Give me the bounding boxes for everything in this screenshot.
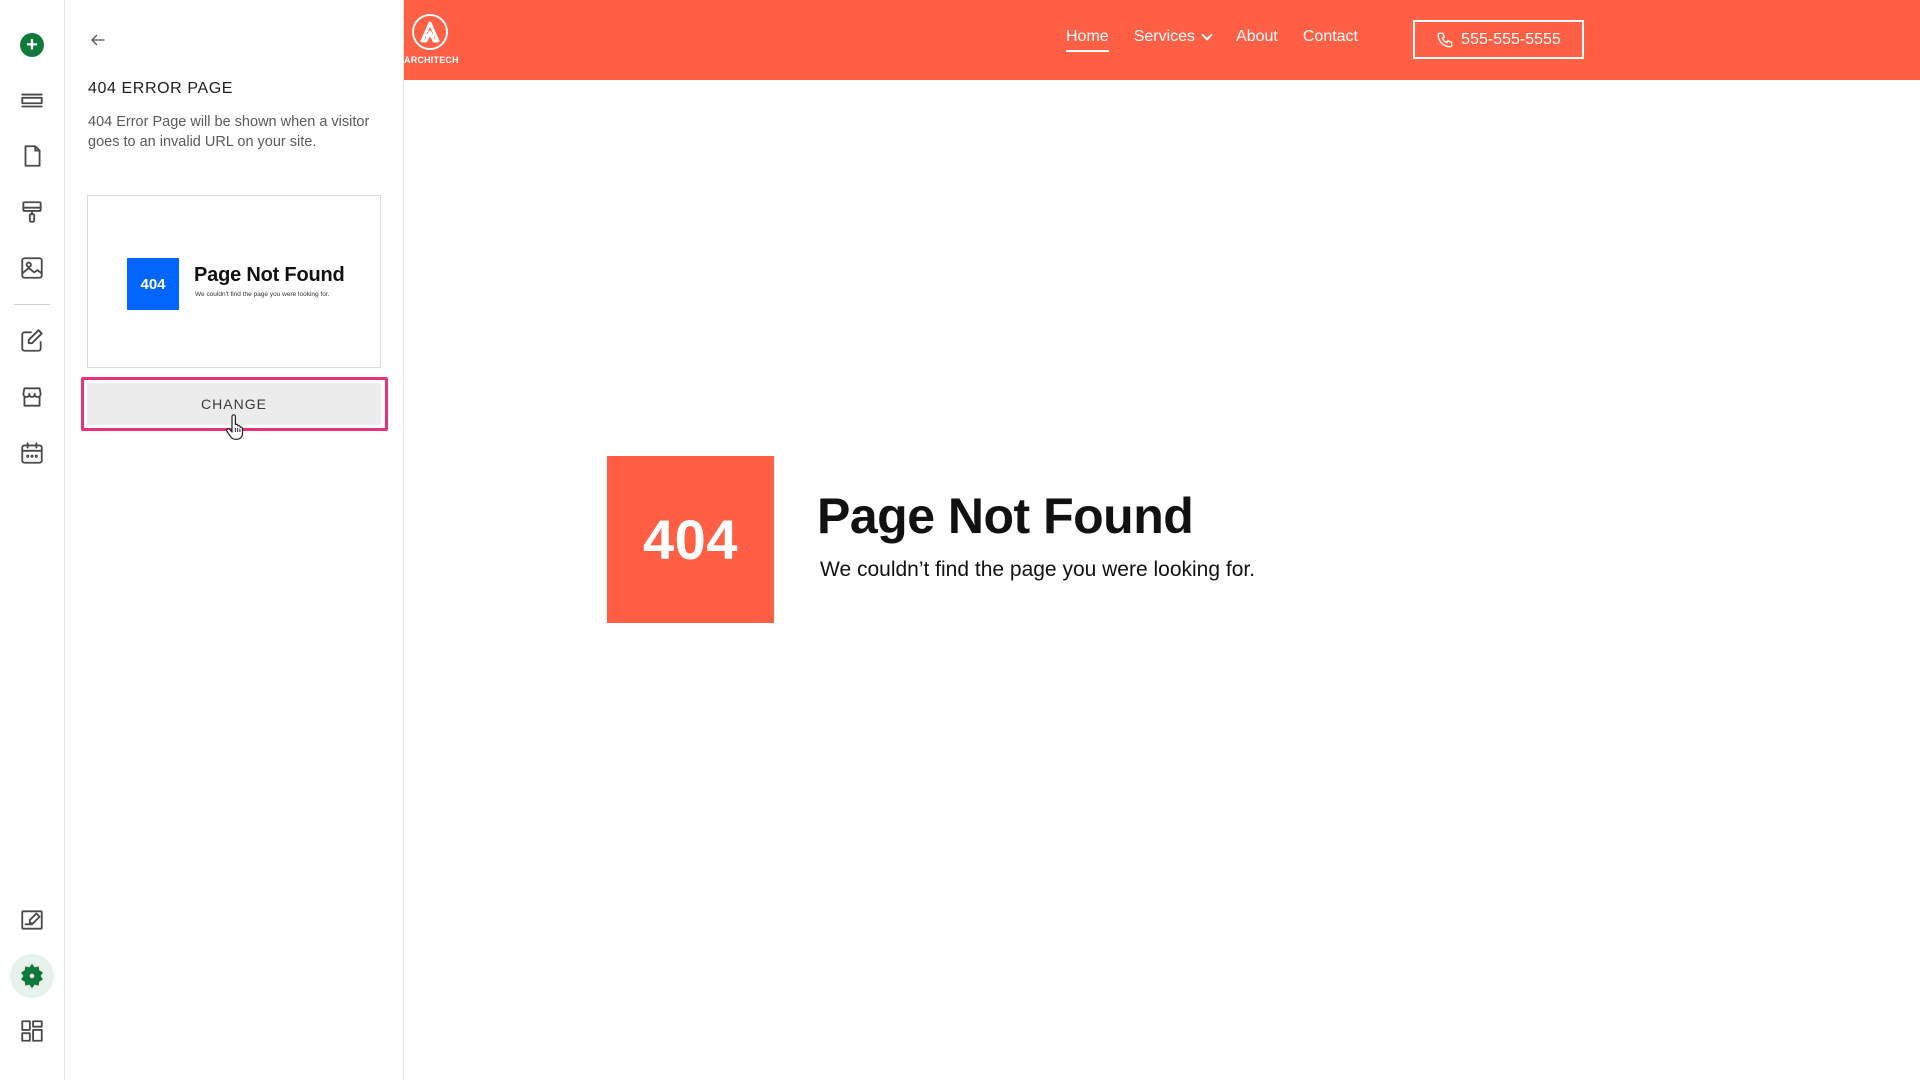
nav-services[interactable]: Services [1133, 28, 1213, 52]
nav-contact[interactable]: Contact [1303, 28, 1358, 52]
preview-heading: Page Not Found [194, 264, 345, 286]
settings-icon[interactable] [10, 954, 54, 998]
phone-number: 555-555-5555 [1461, 30, 1561, 48]
logo-a-icon [412, 14, 448, 50]
store-icon[interactable] [10, 375, 54, 419]
nav-contact-label: Contact [1302, 28, 1358, 45]
site-preview: ARCHITECH Home Services About Contact 55… [404, 0, 1920, 1080]
apps-icon[interactable] [10, 1009, 54, 1053]
panel-description: 404 Error Page will be shown when a visi… [88, 114, 370, 150]
site-logo[interactable]: ARCHITECH [404, 14, 464, 68]
error-heading: Page Not Found [817, 488, 1194, 544]
edit-site-icon[interactable] [10, 898, 54, 942]
preview-404-box: 404 [127, 258, 179, 310]
preview-subtext: We couldn't find the page you were looki… [195, 291, 330, 298]
add-icon[interactable]: + [10, 23, 54, 67]
nav-about[interactable]: About [1236, 28, 1278, 52]
hand-cursor-icon [226, 414, 244, 440]
design-icon[interactable] [10, 190, 54, 234]
error-code-box: 404 [607, 456, 774, 623]
nav-about-label: About [1236, 28, 1278, 45]
error-subtext: We couldn’t find the page you were looki… [820, 558, 1256, 581]
nav-home-label: Home [1066, 28, 1109, 45]
blog-icon[interactable] [10, 319, 54, 363]
nav-home[interactable]: Home [1066, 28, 1109, 52]
calendar-icon[interactable] [10, 431, 54, 475]
pages-icon[interactable] [10, 134, 54, 178]
phone-button[interactable]: 555-555-5555 [1413, 20, 1584, 59]
phone-icon [1437, 32, 1453, 47]
site-header: ARCHITECH Home Services About Contact 55… [404, 0, 1920, 80]
site-nav: Home Services About Contact [1066, 28, 1383, 52]
sections-icon[interactable] [10, 78, 54, 122]
rail-divider [14, 304, 50, 305]
back-arrow-icon[interactable] [85, 28, 111, 52]
panel-title: 404 ERROR PAGE [88, 80, 234, 97]
left-icon-rail: + [0, 0, 65, 1080]
settings-panel: 404 ERROR PAGE 404 Error Page will be sh… [65, 0, 404, 1080]
chevron-down-icon [1201, 28, 1213, 41]
nav-services-label: Services [1133, 28, 1196, 45]
media-icon[interactable] [10, 246, 54, 290]
logo-text: ARCHITECH [404, 55, 459, 65]
error-page-preview-card: 404 Page Not Found We couldn't find the … [87, 195, 381, 368]
